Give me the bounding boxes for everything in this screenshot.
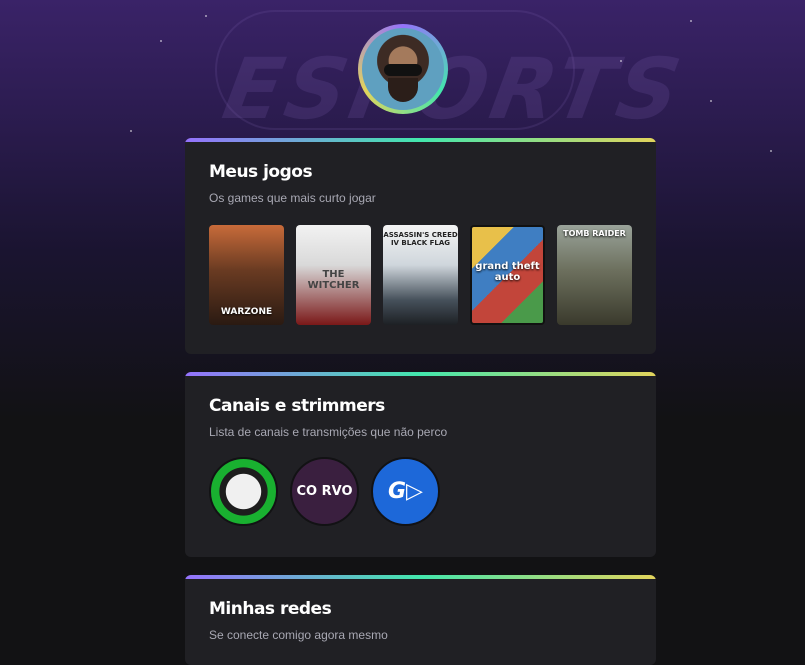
game-title: ASSASSIN'S CREED IV BLACK FLAG [383, 231, 458, 247]
social-networks-card: Minhas redes Se conecte comigo agora mes… [185, 575, 656, 665]
game-cover-assassins-creed[interactable]: ASSASSIN'S CREED IV BLACK FLAG [383, 225, 458, 325]
game-title: grand theft auto [475, 261, 540, 283]
star [690, 20, 692, 22]
avatar-photo [362, 28, 444, 110]
channel-logo: CO RVO [296, 484, 353, 499]
section-title: Minhas redes [209, 599, 332, 619]
game-title: THE WITCHER [307, 269, 360, 291]
section-title: Canais e strimmers [209, 396, 385, 416]
star [160, 40, 162, 42]
channel-avatar-corvo[interactable]: CO RVO [290, 457, 359, 526]
section-title: Meus jogos [209, 162, 313, 182]
game-title: TOMB RAIDER [563, 229, 626, 238]
star [710, 100, 712, 102]
game-cover-warzone[interactable]: WARZONE [209, 225, 284, 325]
section-subtitle: Lista de canais e transmições que não pe… [209, 425, 448, 439]
sunglasses-shape [384, 64, 422, 76]
profile-avatar[interactable] [358, 24, 448, 114]
channel-avatar-gd[interactable]: G▷ [371, 457, 440, 526]
game-cover-tomb-raider[interactable]: TOMB RAIDER [557, 225, 632, 325]
star [620, 60, 622, 62]
beard-shape [388, 78, 418, 102]
game-cover-witcher[interactable]: THE WITCHER [296, 225, 371, 325]
channels-list: CO RVO G▷ [209, 457, 632, 526]
game-cover-gta[interactable]: grand theft auto [470, 225, 545, 325]
star [130, 130, 132, 132]
channels-card: Canais e strimmers Lista de canais e tra… [185, 372, 656, 557]
section-subtitle: Os games que mais curto jogar [209, 191, 376, 205]
section-subtitle: Se conecte comigo agora mesmo [209, 628, 388, 642]
star [205, 15, 207, 17]
my-games-card: Meus jogos Os games que mais curto jogar… [185, 138, 656, 354]
esports-logo: ESPORTS [216, 40, 692, 138]
channel-logo: G▷ [388, 479, 423, 504]
game-title: WARZONE [220, 307, 273, 317]
star [770, 150, 772, 152]
channel-avatar-streamer[interactable] [209, 457, 278, 526]
games-list: WARZONE THE WITCHER ASSASSIN'S CREED IV … [209, 225, 632, 325]
